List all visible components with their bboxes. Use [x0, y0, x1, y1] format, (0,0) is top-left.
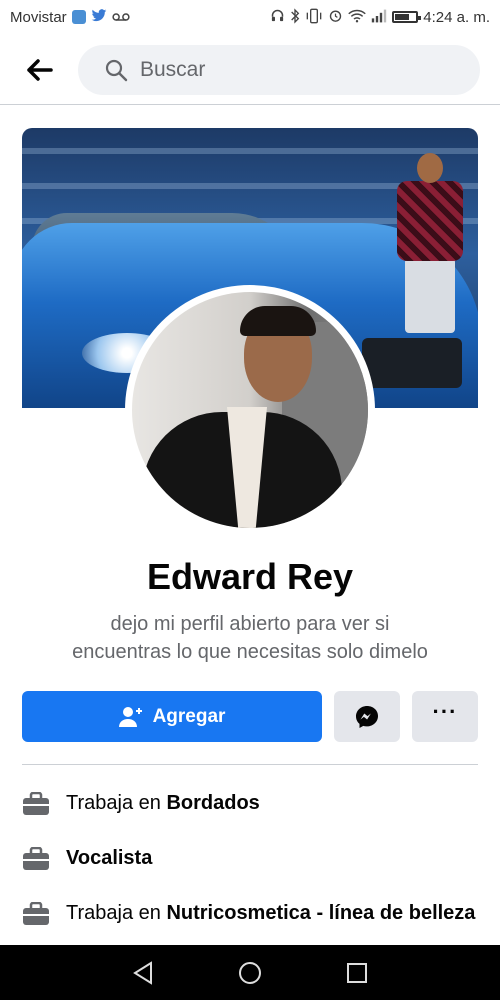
recents-square-icon[interactable]: [346, 962, 368, 984]
work-value[interactable]: Bordados: [166, 792, 259, 814]
work-text: Vocalista: [66, 845, 152, 872]
carrier-label: Movistar: [10, 8, 67, 26]
bluetooth-icon: [290, 7, 300, 27]
search-icon: [105, 59, 128, 82]
work-prefix: Trabaja en: [66, 792, 167, 814]
list-item: Trabaja en Nutricosmetica - línea de bel…: [22, 900, 478, 927]
profile-name: Edward Rey: [146, 556, 354, 597]
search-placeholder: Buscar: [140, 58, 206, 81]
wifi-icon: [348, 9, 367, 26]
profile-bio: dejo mi perfil abierto para ver si encue…: [40, 610, 460, 666]
system-nav-bar: [0, 945, 500, 1000]
battery-icon: [392, 11, 422, 23]
search-input[interactable]: Buscar: [78, 45, 480, 95]
bio-line: dejo mi perfil abierto para ver si: [110, 613, 390, 635]
cover-person-shirt: [397, 181, 463, 261]
header-divider: [0, 104, 500, 105]
twitter-icon: [91, 8, 107, 26]
list-item: Vocalista: [22, 845, 478, 872]
clock-label: 4:24 a. m.: [423, 8, 490, 26]
cover-person-legs: [405, 258, 455, 333]
arrow-left-icon: [27, 59, 53, 81]
signal-icon: [371, 9, 387, 26]
cover-person-head: [417, 153, 443, 183]
briefcase-icon: [23, 902, 49, 925]
vibrate-icon: [305, 8, 323, 27]
headphones-icon: [270, 8, 285, 26]
back-button[interactable]: [20, 50, 60, 90]
home-circle-icon[interactable]: [238, 961, 262, 985]
back-triangle-icon[interactable]: [132, 960, 154, 985]
profile-actions: Agregar ···: [22, 691, 478, 742]
list-item: Trabaja en Bordados: [22, 790, 478, 817]
add-friend-label: Agregar: [152, 705, 226, 727]
add-friend-button[interactable]: Agregar: [22, 691, 322, 742]
briefcase-icon: [23, 792, 49, 815]
avatar: [132, 292, 368, 528]
status-right: 4:24 a. m.: [270, 7, 490, 27]
more-options-button[interactable]: ···: [412, 691, 478, 742]
alarm-icon: [328, 8, 343, 26]
messenger-icon: [356, 705, 378, 728]
status-left: Movistar: [10, 9, 130, 26]
work-text: Trabaja en Bordados: [66, 790, 260, 817]
top-bar: Buscar: [0, 40, 500, 100]
work-value[interactable]: Nutricosmetica - línea de belleza: [166, 902, 475, 924]
cover-car-grille: [362, 338, 462, 388]
avatar-hair: [240, 306, 316, 336]
bio-line: encuentras lo que necesitas solo dimelo: [72, 641, 428, 663]
facebook-icon: [71, 10, 86, 24]
add-friend-icon: [118, 706, 142, 727]
briefcase-icon: [23, 847, 49, 870]
voicemail-icon: [112, 10, 130, 25]
work-prefix: Trabaja en: [66, 902, 167, 924]
profile-picture[interactable]: [125, 285, 375, 535]
cover-person: [387, 153, 472, 333]
work-text: Trabaja en Nutricosmetica - línea de bel…: [66, 900, 475, 927]
more-options-label: ···: [432, 698, 458, 724]
section-divider: [22, 764, 478, 765]
work-value[interactable]: Vocalista: [66, 847, 152, 869]
status-bar: Movistar 4:24 a. m.: [0, 0, 500, 34]
messenger-button[interactable]: [334, 691, 400, 742]
